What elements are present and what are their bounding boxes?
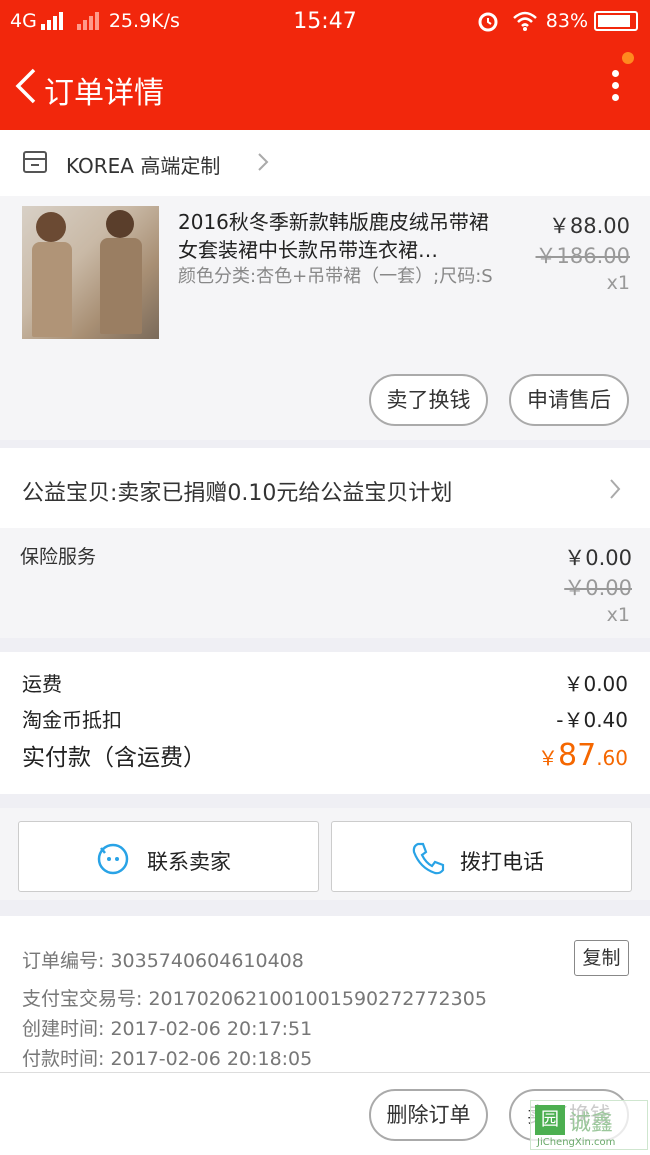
product-price: ￥88.00 xyxy=(548,214,630,238)
created-time: 创建时间: 2017-02-06 20:17:51 xyxy=(22,1018,313,1040)
price-summary: 运费 ￥0.00 淘金币抵扣 -￥0.40 实付款（含运费） ￥87.60 xyxy=(0,652,650,794)
order-info: 订单编号: 3035740604610408 复制 支付宝交易号: 201702… xyxy=(0,916,650,1072)
status-bar: 4G 25.9K/s 15:47 83% xyxy=(0,0,650,44)
apply-aftersale-button[interactable]: 申请售后 xyxy=(509,374,629,426)
contact-actions: 联系卖家 拨打电话 xyxy=(0,808,650,900)
watermark-logo-icon: 园 xyxy=(535,1105,565,1135)
shipping-label: 运费 xyxy=(22,672,62,696)
shipping-value: ￥0.00 xyxy=(563,672,628,696)
sell-for-cash-button[interactable]: 卖了换钱 xyxy=(369,374,488,426)
product-thumbnail[interactable] xyxy=(22,206,159,339)
more-menu-icon[interactable] xyxy=(612,70,622,104)
charity-text: 公益宝贝:卖家已捐赠0.10元给公益宝贝计划 xyxy=(22,481,453,506)
shop-row[interactable]: KOREA 高端定制 xyxy=(0,130,650,196)
insurance-quantity: x1 xyxy=(606,604,630,626)
contact-seller-button[interactable]: 联系卖家 xyxy=(18,821,319,892)
insurance-original-price: ￥0.00 xyxy=(564,576,632,600)
call-phone-label: 拨打电话 xyxy=(460,850,544,874)
watermark: 园 诚鑫 JiChengXin.com xyxy=(530,1100,648,1150)
order-number: 订单编号: 3035740604610408 xyxy=(22,950,304,972)
paid-time: 付款时间: 2017-02-06 20:18:05 xyxy=(22,1048,313,1070)
battery-percent: 83% xyxy=(545,10,588,32)
charity-row[interactable]: 公益宝贝:卖家已捐赠0.10元给公益宝贝计划 xyxy=(0,448,650,528)
product-spec: 颜色分类:杏色+吊带裙（一套）;尺码:S xyxy=(178,266,493,287)
delete-order-button[interactable]: 删除订单 xyxy=(369,1089,488,1141)
phone-icon xyxy=(412,842,445,875)
shipping-row: 运费 ￥0.00 xyxy=(22,668,628,697)
chevron-right-icon xyxy=(258,153,269,171)
page-title: 订单详情 xyxy=(44,76,164,111)
shop-icon xyxy=(23,151,47,173)
paid-amount: ￥87.60 xyxy=(538,738,628,773)
contact-seller-label: 联系卖家 xyxy=(147,850,231,874)
insurance-row: 保险服务 ￥0.00 ￥0.00 x1 xyxy=(0,528,650,638)
insurance-price: ￥0.00 xyxy=(564,546,632,570)
alarm-icon xyxy=(478,12,498,32)
coin-value: -￥0.40 xyxy=(556,708,628,732)
product-title: 2016秋冬季新款韩版鹿皮绒吊带裙女套装裙中长款吊带连衣裙… xyxy=(178,210,489,262)
chat-face-icon xyxy=(97,843,129,875)
watermark-text: 诚鑫 xyxy=(569,1111,614,1136)
coin-deduction-row: 淘金币抵扣 -￥0.40 xyxy=(22,704,628,733)
copy-button[interactable]: 复制 xyxy=(574,940,629,976)
battery-icon xyxy=(594,11,638,31)
product-original-price: ￥186.00 xyxy=(535,244,630,268)
order-item[interactable]: 2016秋冬季新款韩版鹿皮绒吊带裙女套装裙中长款吊带连衣裙… 颜色分类:杏色+吊… xyxy=(0,196,650,440)
alipay-number: 支付宝交易号: 2017020621001001590272772305 xyxy=(22,988,487,1010)
insurance-label: 保险服务 xyxy=(20,546,97,568)
call-phone-button[interactable]: 拨打电话 xyxy=(331,821,632,892)
chevron-right-icon xyxy=(610,479,621,499)
paid-label: 实付款（含运费） xyxy=(22,745,206,771)
wifi-icon xyxy=(512,11,537,31)
watermark-url: JiChengXin.com xyxy=(537,1137,616,1148)
coin-label: 淘金币抵扣 xyxy=(22,708,122,732)
product-quantity: x1 xyxy=(606,272,630,294)
nav-bar: 订单详情 xyxy=(0,44,650,130)
shop-name: KOREA 高端定制 xyxy=(66,154,221,178)
notification-dot xyxy=(622,52,634,64)
back-arrow-icon[interactable] xyxy=(12,66,40,106)
